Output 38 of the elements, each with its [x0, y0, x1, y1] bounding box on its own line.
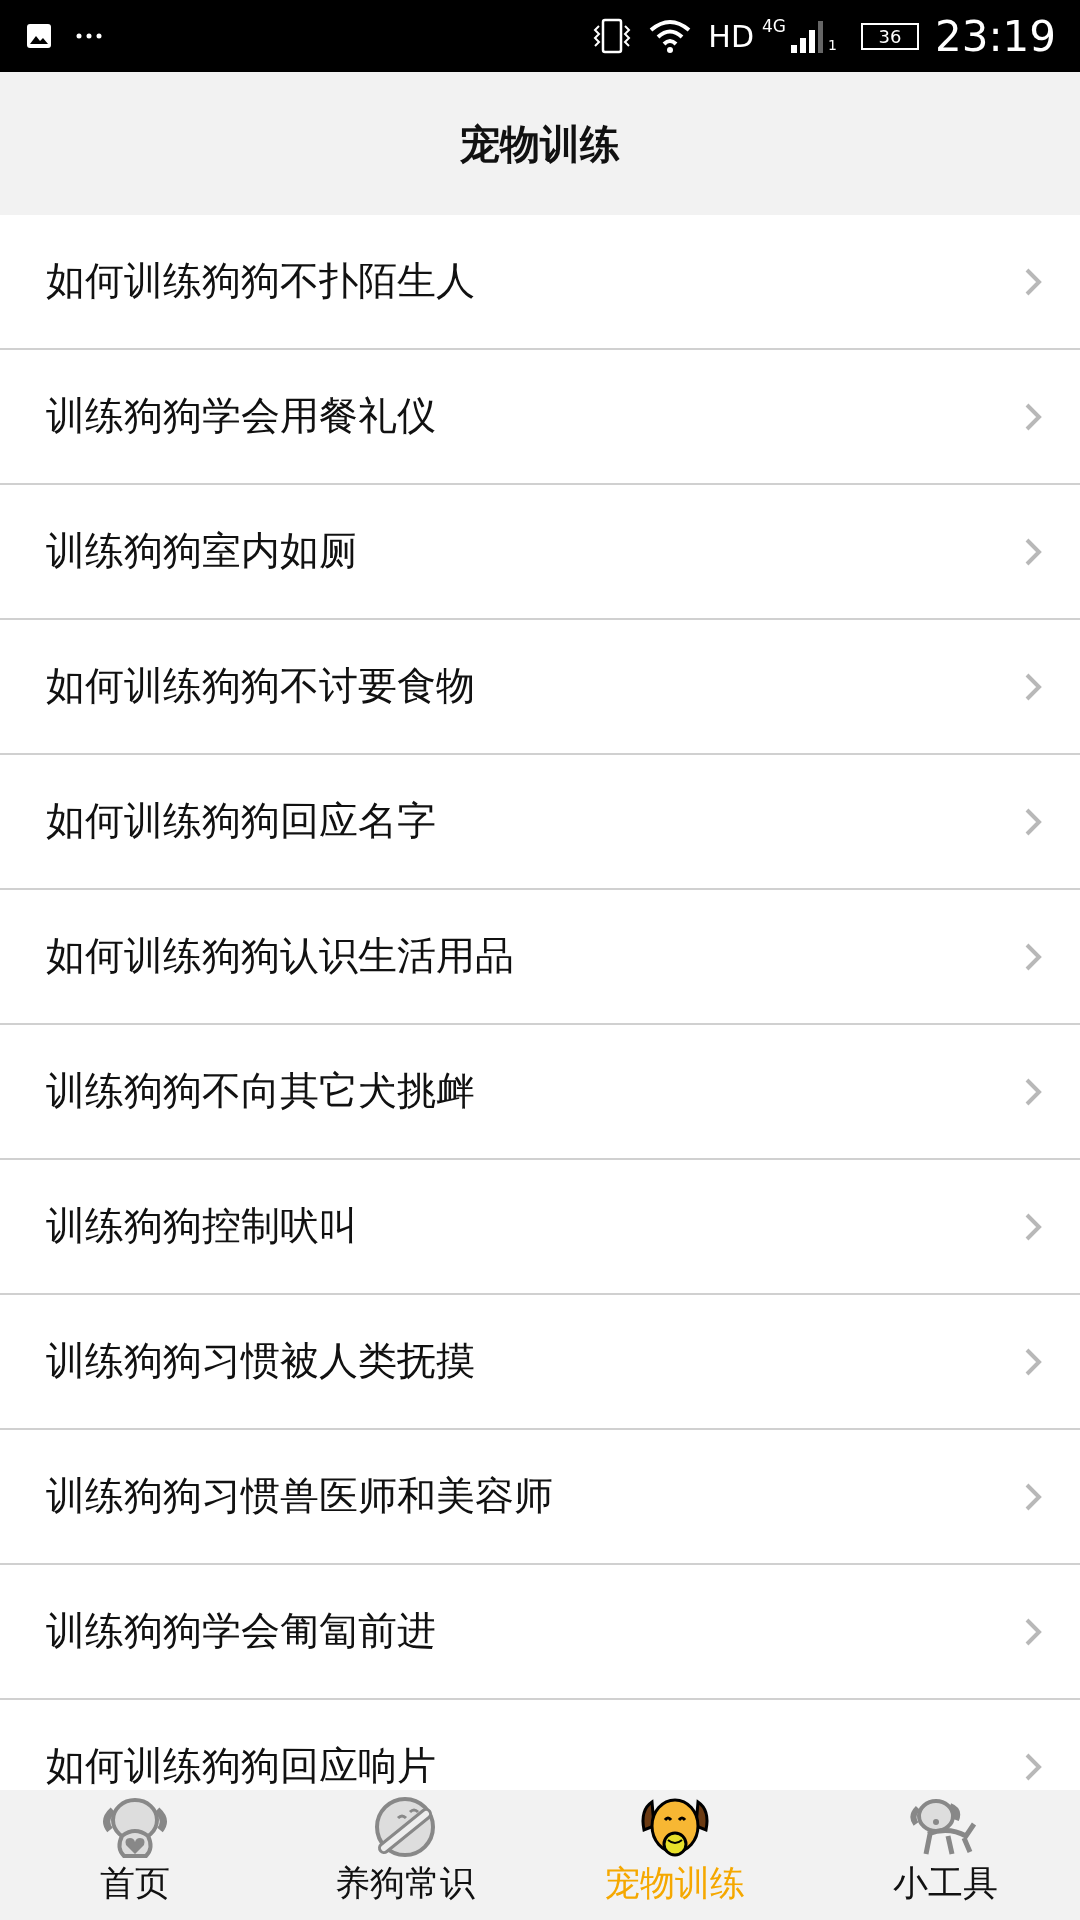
item-title: 训练狗狗习惯兽医师和美容师: [46, 1472, 553, 1521]
item-title: 训练狗狗控制吠叫: [46, 1202, 358, 1251]
network-type-label: 4G: [762, 15, 787, 38]
chevron-right-icon: [1024, 671, 1042, 702]
chevron-right-icon: [1024, 401, 1042, 432]
chevron-right-icon: [1024, 1616, 1042, 1647]
chevron-right-icon: [1024, 941, 1042, 972]
item-title: 如何训练狗狗回应响片: [46, 1742, 436, 1790]
item-title: 训练狗狗习惯被人类抚摸: [46, 1337, 475, 1386]
page-title: 宠物训练: [460, 119, 620, 169]
item-title: 训练狗狗室内如厕: [46, 527, 358, 576]
chevron-right-icon: [1024, 1076, 1042, 1107]
wifi-icon: [648, 18, 693, 54]
network-label: HD: [708, 17, 755, 56]
item-title: 训练狗狗不向其它犬挑衅: [46, 1067, 475, 1116]
chevron-right-icon: [1024, 266, 1042, 297]
nav-tab[interactable]: 首页: [0, 1790, 270, 1920]
chevron-right-icon: [1024, 806, 1042, 837]
chevron-right-icon: [1024, 1211, 1042, 1242]
chevron-right-icon: [1024, 1481, 1042, 1512]
item-title: 如何训练狗狗不扑陌生人: [46, 257, 475, 306]
nav-tab[interactable]: 小工具: [810, 1790, 1080, 1920]
nav-tab[interactable]: 养狗常识: [270, 1790, 540, 1920]
battery-indicator: 36: [860, 22, 919, 50]
more-icon: [76, 32, 102, 40]
clock-label: 23:19: [934, 10, 1056, 63]
vibrate-icon: [592, 16, 633, 56]
image-icon: [26, 23, 52, 49]
chevron-right-icon: [1024, 536, 1042, 567]
item-title: 训练狗狗学会匍匐前进: [46, 1607, 436, 1656]
item-title: 如何训练狗狗认识生活用品: [46, 932, 514, 981]
sim-label: 1: [828, 36, 837, 55]
item-title: 训练狗狗学会用餐礼仪: [46, 392, 436, 441]
chevron-right-icon: [1024, 1346, 1042, 1377]
item-title: 如何训练狗狗回应名字: [46, 797, 436, 846]
item-title: 如何训练狗狗不讨要食物: [46, 662, 475, 711]
chevron-right-icon: [1024, 1751, 1042, 1782]
signal-icon: [790, 18, 825, 54]
